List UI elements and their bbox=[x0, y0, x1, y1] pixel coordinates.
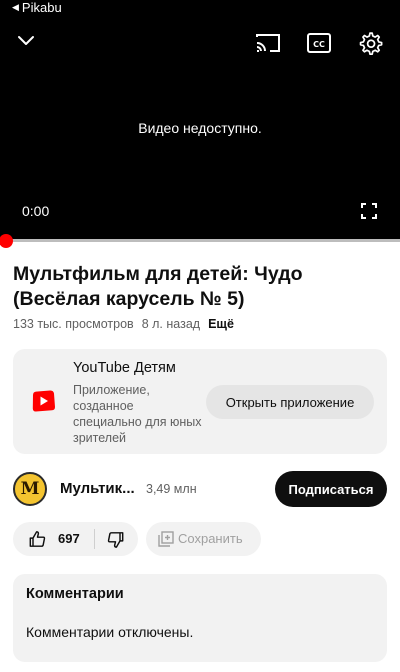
channel-row[interactable]: М Мультик... 3,49 млн Подписаться bbox=[13, 471, 387, 507]
back-app-label: Pikabu bbox=[21, 0, 62, 15]
upload-age: 8 л. назад bbox=[141, 317, 201, 331]
more-link[interactable]: Ещё bbox=[208, 317, 234, 331]
fullscreen-icon[interactable] bbox=[360, 202, 378, 220]
thumbs-up-icon[interactable] bbox=[28, 530, 47, 548]
channel-name[interactable]: Мультик... bbox=[60, 480, 135, 497]
like-count: 697 bbox=[58, 531, 80, 546]
youtube-kids-promo-card: YouTube Детям Приложение, созданное спец… bbox=[13, 349, 387, 454]
closed-captions-icon[interactable]: CC bbox=[306, 32, 332, 54]
chevron-down-icon[interactable] bbox=[16, 33, 36, 49]
youtube-kids-name: YouTube Детям bbox=[73, 360, 176, 376]
like-dislike-pill: 697 bbox=[13, 522, 138, 556]
comments-title: Комментарии bbox=[26, 586, 124, 602]
save-button[interactable]: Сохранить bbox=[146, 522, 261, 556]
current-time: 0:00 bbox=[22, 203, 50, 219]
save-label: Сохранить bbox=[178, 531, 243, 546]
comments-panel: Комментарии Комментарии отключены. bbox=[13, 574, 387, 662]
cast-icon[interactable] bbox=[255, 32, 281, 54]
settings-gear-icon[interactable] bbox=[357, 31, 383, 57]
youtube-kids-logo-icon bbox=[32, 390, 55, 412]
save-plus-icon bbox=[158, 531, 174, 547]
back-to-app-link[interactable]: ◀ Pikabu bbox=[12, 0, 62, 15]
svg-text:CC: CC bbox=[313, 40, 325, 49]
subscribe-button[interactable]: Подписаться bbox=[275, 471, 387, 507]
comments-disabled-message: Комментарии отключены. bbox=[26, 624, 194, 640]
open-app-button[interactable]: Открыть приложение bbox=[206, 385, 374, 419]
subscriber-count: 3,49 млн bbox=[146, 482, 197, 496]
video-title: Мультфильм для детей: Чудо (Весёлая кару… bbox=[13, 263, 303, 310]
channel-avatar-letter: М bbox=[20, 479, 40, 499]
youtube-kids-description: Приложение, созданное специально для юны… bbox=[73, 383, 202, 445]
back-triangle-icon: ◀ bbox=[12, 2, 19, 12]
video-unavailable-message: Видео недоступно. bbox=[138, 120, 262, 136]
video-player[interactable]: ◀ Pikabu CC Видео недоступно. 0:00 bbox=[0, 0, 400, 240]
video-meta: 133 тыс. просмотров 8 л. назад Ещё bbox=[13, 317, 234, 331]
thumbs-down-icon[interactable] bbox=[106, 531, 125, 549]
view-count: 133 тыс. просмотров bbox=[13, 317, 134, 331]
like-divider bbox=[94, 529, 95, 549]
progress-track[interactable] bbox=[0, 239, 400, 242]
channel-avatar[interactable]: М bbox=[13, 472, 47, 506]
progress-scrubber[interactable] bbox=[0, 234, 13, 248]
